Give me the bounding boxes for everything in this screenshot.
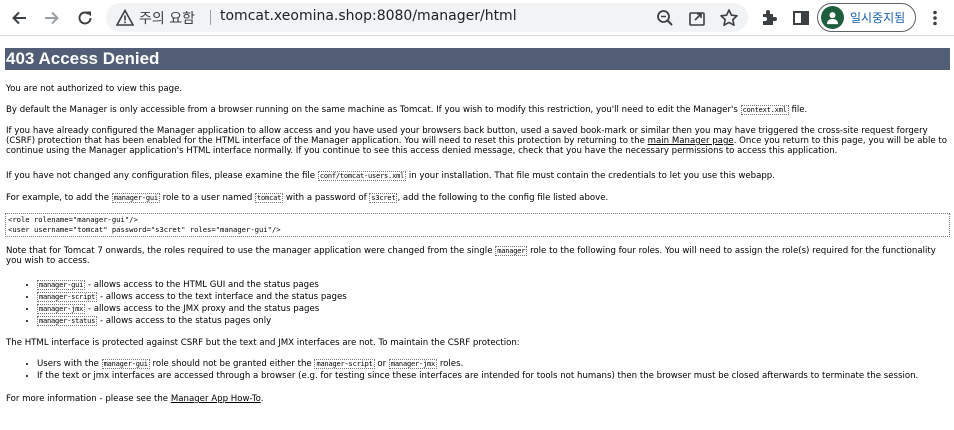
csrf-paragraph: If you have already configured the Manag… (6, 126, 950, 156)
page-title: 403 Access Denied (5, 48, 950, 70)
reload-icon[interactable] (72, 5, 98, 31)
paragraph-text: Users with the (37, 359, 99, 369)
paragraph-text: If you have not changed any configuratio… (6, 171, 316, 181)
role-description: - allows access to the text interface an… (99, 292, 347, 302)
config-files-paragraph: If you have not changed any configuratio… (6, 171, 950, 181)
role-code: manager-gui (37, 280, 86, 290)
paragraph-text: . (260, 394, 264, 404)
roles-list: manager-gui - allows access to the HTML … (6, 280, 347, 328)
manager-gui-code: manager-gui (101, 359, 150, 369)
warning-icon[interactable] (116, 9, 134, 27)
bookmark-star-icon[interactable] (719, 8, 739, 28)
csrf-rules-list: Users with the manager-gui role should n… (6, 359, 918, 383)
list-item: manager-script - allows access to the te… (37, 292, 347, 304)
menu-icon[interactable] (925, 8, 945, 28)
forward-icon[interactable] (39, 5, 65, 31)
manager-how-to-link[interactable]: Manager App How-To (171, 394, 261, 404)
manager-script-code: manager-script (314, 359, 375, 369)
role-description: - allows access to the JMX proxy and the… (87, 304, 320, 314)
paragraph-text: roles. (439, 359, 464, 369)
back-icon[interactable] (6, 5, 32, 31)
paragraph-text: , add the following to the config file l… (397, 193, 609, 203)
browser-toolbar: 주의 요함 tomcat.xeomina.shop:8080/manager/h… (0, 0, 954, 36)
role-description: - allows access to the HTML GUI and the … (87, 280, 319, 290)
paragraph-text: Note that for Tomcat 7 onwards, the role… (6, 246, 493, 256)
csrf-protection-text: The HTML interface is protected against … (6, 338, 520, 348)
role-code: manager-status (37, 316, 98, 326)
role-code: manager-jmx (37, 304, 86, 314)
role-description: - allows access to the status pages only (99, 316, 272, 326)
paragraph-text: For example, to add the (6, 193, 109, 203)
paragraph-text: or (377, 359, 387, 369)
security-status[interactable]: 주의 요함 (139, 8, 195, 28)
list-item: manager-gui - allows access to the HTML … (37, 280, 347, 292)
paragraph-text: file. (791, 105, 808, 115)
list-item: manager-jmx - allows access to the JMX p… (37, 304, 347, 316)
url-text[interactable]: tomcat.xeomina.shop:8080/manager/html (220, 8, 517, 24)
paragraph-text: in your installation. That file must con… (408, 171, 775, 181)
side-panel-icon[interactable] (791, 8, 811, 28)
context-xml-code: context.xml (740, 105, 789, 115)
paragraph-text: role should not be granted either the (152, 359, 312, 369)
default-access-paragraph: By default the Manager is only accessibl… (6, 105, 950, 115)
manager-gui-code: manager-gui (111, 193, 160, 203)
list-item: If the text or jmx interfaces are access… (37, 371, 918, 383)
paragraph-text: with a password of (285, 193, 367, 203)
example-paragraph: For example, to add the manager-gui role… (6, 193, 950, 203)
tomcat-users-xml-code: conf/tomcat-users.xml (317, 171, 407, 181)
zoom-icon[interactable] (655, 8, 675, 28)
tomcat-user-code: tomcat (255, 193, 284, 203)
address-separator (210, 10, 211, 25)
paragraph-text: role to a user named (162, 193, 253, 203)
role-code: manager-script (37, 292, 98, 302)
address-bar[interactable]: 주의 요함 tomcat.xeomina.shop:8080/manager/h… (106, 3, 748, 32)
profile-status: 일시중지됨 (850, 11, 906, 25)
page-content: 403 Access Denied You are not authorized… (0, 37, 954, 430)
main-manager-page-link[interactable]: main Manager page (648, 136, 734, 146)
extensions-icon[interactable] (759, 8, 779, 28)
manager-code: manager (495, 246, 528, 256)
list-item: manager-status - allows access to the st… (37, 316, 347, 328)
not-authorized-text: You are not authorized to view this page… (6, 84, 183, 94)
paragraph-text: For more information - please see the (6, 394, 169, 404)
list-item: Users with the manager-gui role should n… (37, 359, 918, 371)
avatar-icon (821, 6, 844, 29)
password-code: s3cret (369, 193, 398, 203)
profile-button[interactable]: 일시중지됨 (817, 3, 916, 32)
paragraph-text: By default the Manager is only accessibl… (6, 105, 738, 115)
manager-jmx-code: manager-jmx (388, 359, 438, 369)
tomcat7-roles-paragraph: Note that for Tomcat 7 onwards, the role… (6, 246, 950, 266)
share-icon[interactable] (687, 8, 707, 28)
config-code-block: <role rolename="manager-gui"/> <user use… (5, 213, 950, 237)
more-info-paragraph: For more information - please see the Ma… (6, 394, 950, 404)
